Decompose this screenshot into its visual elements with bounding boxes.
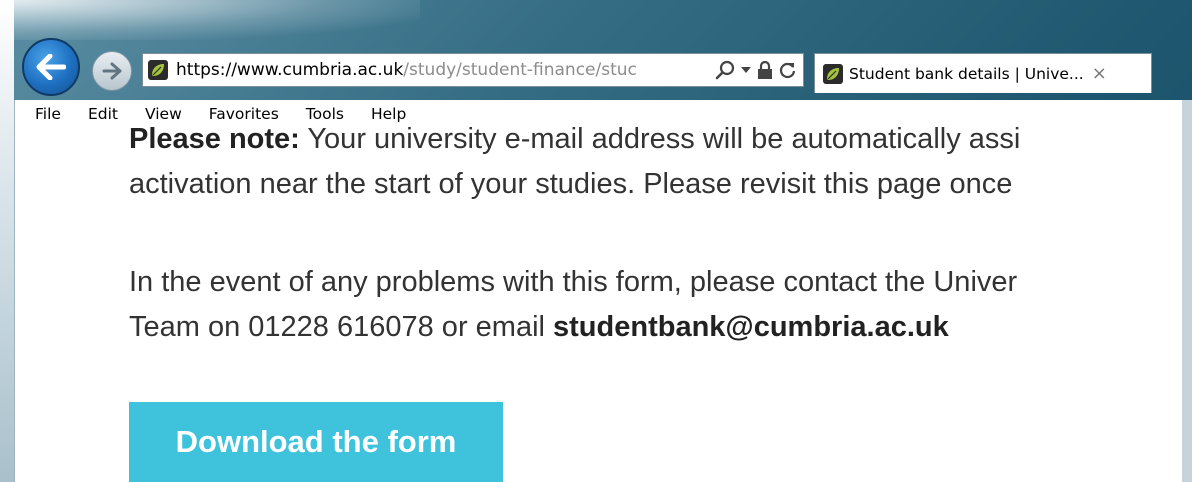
tab-close-icon[interactable]: ×	[1092, 63, 1107, 84]
forward-arrow-icon	[102, 62, 122, 80]
contact-line-1: In the event of any problems with this f…	[129, 266, 1018, 298]
contact-paragraph: In the event of any problems with this f…	[129, 260, 1017, 350]
menu-bar: File Edit View Favorites Tools Help	[14, 100, 1183, 128]
url-domain: cumbria.ac.uk	[282, 60, 404, 80]
note-line-2: activation near the start of your studie…	[129, 168, 1013, 200]
menu-view[interactable]: View	[131, 105, 195, 123]
note-label: Please note:	[129, 126, 300, 155]
window-left-edge	[0, 0, 14, 482]
tab-student-bank-details[interactable]: Student bank details | Unive... ×	[814, 53, 1152, 93]
tab-leaf-icon	[823, 63, 843, 84]
back-button[interactable]	[22, 38, 80, 96]
note-paragraph: Please note: Your university e-mail addr…	[129, 126, 1020, 207]
titlebar-glow	[0, 0, 420, 40]
menu-tools[interactable]: Tools	[292, 105, 357, 123]
page-content: Please note: Your university e-mail addr…	[14, 126, 1183, 482]
refresh-icon[interactable]	[779, 61, 797, 79]
note-line-1: Please note: Your university e-mail addr…	[129, 126, 1020, 162]
window-right-edge	[1182, 100, 1192, 482]
dropdown-arrow-icon[interactable]	[741, 66, 751, 74]
url-text[interactable]: https://www.cumbria.ac.uk/study/student-…	[176, 60, 676, 80]
menu-favorites[interactable]: Favorites	[195, 105, 292, 123]
contact-line-2: Team on 01228 616078 or email studentban…	[129, 305, 1017, 350]
address-bar[interactable]: https://www.cumbria.ac.uk/study/student-…	[142, 53, 804, 87]
contact-line-2-text: Team on 01228 616078 or email	[129, 311, 554, 343]
url-prefix: https://www.	[176, 60, 283, 80]
lock-icon[interactable]	[757, 60, 773, 80]
menu-edit[interactable]: Edit	[74, 105, 131, 123]
tab-title: Student bank details | Unive...	[849, 64, 1084, 83]
menu-help[interactable]: Help	[357, 105, 419, 123]
menu-file[interactable]: File	[15, 105, 74, 123]
url-path: /study/student-finance/stuc	[403, 60, 637, 80]
download-form-button[interactable]: Download the form	[129, 402, 503, 482]
forward-button[interactable]	[92, 51, 132, 91]
back-arrow-icon	[36, 54, 66, 80]
note-line-1-text: Your university e-mail address will be a…	[299, 126, 1021, 155]
search-icon[interactable]	[715, 60, 735, 80]
site-leaf-icon	[148, 60, 168, 80]
contact-email-link[interactable]: studentbank@cumbria.ac.uk	[553, 311, 949, 343]
